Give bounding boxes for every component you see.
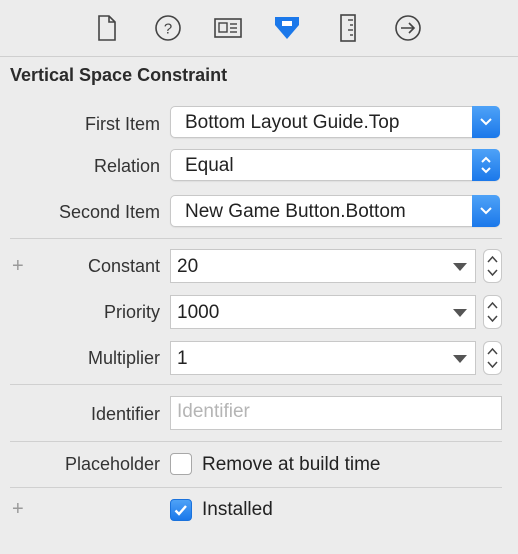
chevron-down-icon <box>472 195 500 227</box>
second-item-label: Second Item <box>58 202 160 222</box>
svg-text:?: ? <box>164 21 172 38</box>
first-item-label: First Item <box>85 114 160 134</box>
relation-popup[interactable]: Equal <box>170 149 500 181</box>
attributes-inspector-icon[interactable] <box>269 10 305 46</box>
identifier-field-wrapper <box>170 396 503 430</box>
up-down-chevron-icon <box>472 149 500 181</box>
divider <box>10 238 502 239</box>
second-item-value: New Game Button.Bottom <box>185 201 406 222</box>
first-item-popup[interactable]: Bottom Layout Guide.Top <box>170 106 500 138</box>
quick-help-icon[interactable]: ? <box>150 10 186 46</box>
constant-combo[interactable]: 20 <box>170 249 476 283</box>
multiplier-stepper[interactable] <box>483 341 502 375</box>
add-variation-icon[interactable]: + <box>12 256 24 276</box>
divider <box>10 487 502 488</box>
multiplier-combo[interactable]: 1 <box>170 341 476 375</box>
remove-at-build-time-label[interactable]: Remove at build time <box>202 454 380 476</box>
relation-value: Equal <box>185 155 234 176</box>
dropdown-arrow-icon[interactable] <box>453 355 467 363</box>
priority-combo[interactable]: 1000 <box>170 295 476 329</box>
placeholder-label: Placeholder <box>64 454 160 474</box>
installed-label[interactable]: Installed <box>202 499 273 521</box>
constant-value: 20 <box>177 256 199 277</box>
identifier-field[interactable] <box>171 397 503 427</box>
priority-label: Priority <box>103 302 160 322</box>
remove-at-build-time-checkbox[interactable] <box>170 453 192 475</box>
multiplier-value: 1 <box>177 348 188 369</box>
priority-stepper[interactable] <box>483 295 502 329</box>
identifier-label: Identifier <box>90 404 160 424</box>
checkmark-icon <box>174 505 187 516</box>
constant-stepper[interactable] <box>483 249 502 283</box>
size-inspector-icon[interactable] <box>330 10 366 46</box>
dropdown-arrow-icon[interactable] <box>453 309 467 317</box>
installed-checkbox[interactable] <box>170 499 192 521</box>
chevron-down-icon <box>472 106 500 138</box>
section-title: Vertical Space Constraint <box>10 65 228 85</box>
first-item-value: Bottom Layout Guide.Top <box>185 112 400 133</box>
inspector-toolbar: ? <box>0 0 518 57</box>
constant-label: Constant <box>87 256 160 276</box>
priority-value: 1000 <box>177 302 220 323</box>
second-item-popup[interactable]: New Game Button.Bottom <box>170 195 500 227</box>
divider <box>10 384 502 385</box>
add-variation-icon[interactable]: + <box>12 499 24 519</box>
multiplier-label: Multiplier <box>87 348 160 368</box>
file-inspector-icon[interactable] <box>89 10 125 46</box>
identity-inspector-icon[interactable] <box>210 10 246 46</box>
divider <box>10 441 502 442</box>
dropdown-arrow-icon[interactable] <box>453 263 467 271</box>
connections-inspector-icon[interactable] <box>390 10 426 46</box>
relation-label: Relation <box>93 156 160 176</box>
